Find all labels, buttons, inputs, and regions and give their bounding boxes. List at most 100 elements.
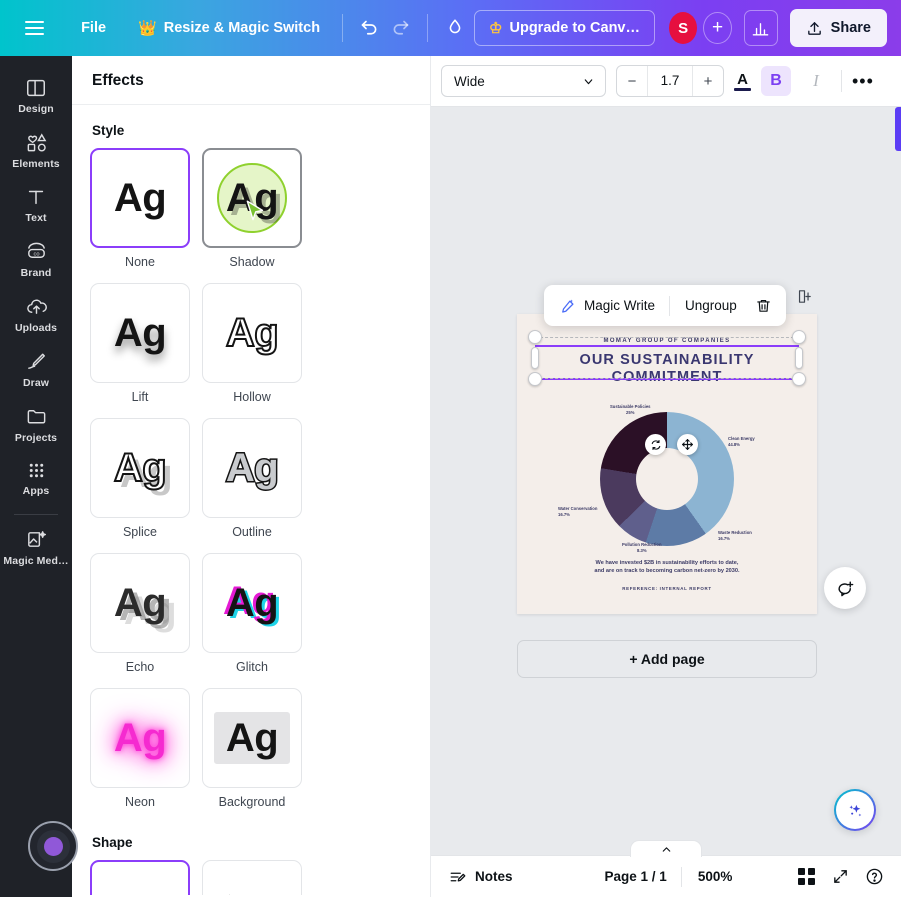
cloud-upload-icon xyxy=(26,299,47,314)
add-collaborator-button[interactable]: + xyxy=(703,12,732,44)
style-swatch[interactable]: Ag xyxy=(202,553,302,653)
shape-option-none[interactable]: ABCD None xyxy=(90,860,190,895)
add-comment-icon[interactable] xyxy=(824,567,866,609)
style-swatch[interactable]: Ag xyxy=(90,688,190,788)
selection-dash-bottom xyxy=(535,378,799,379)
more-options-button[interactable]: ••• xyxy=(852,71,874,92)
notes-button[interactable]: Notes xyxy=(449,868,513,886)
undo-icon[interactable] xyxy=(355,11,385,45)
style-swatch[interactable]: Ag xyxy=(202,688,302,788)
style-swatch[interactable]: Ag xyxy=(90,553,190,653)
magic-write-label: Magic Write xyxy=(584,298,656,313)
resize-handle-bottom-right[interactable] xyxy=(792,372,806,386)
sidebar-item-magic-media[interactable]: Magic Med… xyxy=(2,519,70,574)
sidebar-item-elements[interactable]: Elements xyxy=(2,122,70,177)
divider xyxy=(680,866,682,887)
sidebar-item-uploads[interactable]: Uploads xyxy=(2,286,70,341)
sidebar-item-apps[interactable]: Apps xyxy=(2,451,70,504)
sidebar-item-projects[interactable]: Projects xyxy=(2,396,70,451)
curved-text-sample: ABCD xyxy=(214,887,278,895)
sidebar-item-draw[interactable]: Draw xyxy=(2,341,70,396)
spacing-stepper: − 1.7 + xyxy=(616,65,724,97)
sidebar-item-label: Design xyxy=(18,103,54,115)
add-page-button[interactable]: + Add page xyxy=(517,640,817,678)
increase-button[interactable]: + xyxy=(693,66,723,96)
style-option-shadow[interactable]: Ag Shadow xyxy=(202,148,302,269)
style-swatch[interactable]: Ag xyxy=(202,283,302,383)
donut-chart[interactable]: Clean Energy 44.8% Waste Reduction 16.7% P… xyxy=(558,404,755,553)
style-option-hollow[interactable]: Ag Hollow xyxy=(202,283,302,404)
expand-icon[interactable] xyxy=(825,862,855,892)
move-icon[interactable] xyxy=(677,434,698,455)
panel-resize-handle[interactable] xyxy=(895,107,901,151)
avatar[interactable]: S xyxy=(669,12,698,44)
sidebar-item-design[interactable]: Design xyxy=(2,68,70,122)
donut-hole xyxy=(636,448,698,510)
help-circle-icon[interactable] xyxy=(859,862,889,892)
sidebar-item-brand[interactable]: co Brand xyxy=(2,231,70,286)
style-option-label: None xyxy=(125,255,155,269)
style-swatch[interactable]: Ag xyxy=(202,418,302,518)
font-color-button[interactable]: A xyxy=(734,72,751,91)
italic-button[interactable]: I xyxy=(801,66,831,96)
chart-label-name: Waste Reduction xyxy=(718,530,752,535)
spacing-value[interactable]: 1.7 xyxy=(647,66,693,96)
sidebar-item-text[interactable]: Text xyxy=(2,177,70,231)
style-option-splice[interactable]: Ag Splice xyxy=(90,418,190,539)
resize-handle-right[interactable] xyxy=(795,347,803,369)
style-option-label: Shadow xyxy=(229,255,275,269)
bold-label: B xyxy=(770,72,782,89)
style-option-outline[interactable]: Ag Outline xyxy=(202,418,302,539)
collapse-panel-button[interactable] xyxy=(630,840,702,857)
bold-button[interactable]: B xyxy=(761,66,791,96)
decrease-button[interactable]: − xyxy=(617,66,647,96)
divider xyxy=(342,14,343,42)
magic-write-button[interactable]: Magic Write xyxy=(554,293,660,319)
style-swatch[interactable]: Ag xyxy=(90,418,190,518)
style-option-echo[interactable]: Ag Echo xyxy=(90,553,190,674)
file-menu-button[interactable]: File xyxy=(71,13,116,43)
cloud-saved-icon[interactable] xyxy=(440,11,470,45)
resize-handle-top-left[interactable] xyxy=(528,330,542,344)
chart-label-name: Pollution Reduction xyxy=(622,542,662,547)
insights-icon[interactable] xyxy=(743,10,778,46)
style-option-grid: Ag None Ag Shadow Ag Lift Ag Hollow Ag S… xyxy=(90,148,412,809)
resize-handle-top-right[interactable] xyxy=(792,330,806,344)
resize-handle-left[interactable] xyxy=(531,347,539,369)
redo-icon[interactable] xyxy=(385,11,415,45)
resize-magic-switch-button[interactable]: 👑 Resize & Magic Switch xyxy=(128,13,330,43)
page-indicator[interactable]: Page 1 / 1 xyxy=(605,869,667,884)
hamburger-menu-icon[interactable] xyxy=(19,11,49,45)
crown-icon: 👑 xyxy=(138,19,157,37)
share-button[interactable]: Share xyxy=(789,9,887,47)
resize-handle-bottom-left[interactable] xyxy=(528,372,542,386)
chart-label-name: Sustainable Policies xyxy=(610,404,651,409)
left-rail: Design Elements Text co Brand Uploads Dr… xyxy=(0,56,78,897)
recording-indicator[interactable] xyxy=(28,821,78,871)
design-page[interactable]: MOMAY GROUP OF COMPANIES OUR SUSTAINABIL… xyxy=(517,314,817,614)
style-swatch[interactable]: Ag xyxy=(202,148,302,248)
grid-view-icon[interactable] xyxy=(791,862,821,892)
shape-swatch[interactable]: ABCD xyxy=(90,860,190,895)
style-swatch[interactable]: Ag xyxy=(90,148,190,248)
style-option-background[interactable]: Ag Background xyxy=(202,688,302,809)
sample-text: Ag xyxy=(113,311,167,355)
trash-icon[interactable] xyxy=(752,294,776,318)
zoom-level[interactable]: 500% xyxy=(698,869,733,884)
style-option-lift[interactable]: Ag Lift xyxy=(90,283,190,404)
style-option-label: Glitch xyxy=(236,660,268,674)
shape-option-curve[interactable]: ABCD Curve xyxy=(202,860,302,895)
spacing-preset-select[interactable]: Wide xyxy=(441,65,606,97)
folder-icon xyxy=(27,410,45,424)
upgrade-button[interactable]: ♔ Upgrade to Canv… xyxy=(474,10,655,46)
shape-swatch[interactable]: ABCD xyxy=(202,860,302,895)
style-option-neon[interactable]: Ag Neon xyxy=(90,688,190,809)
style-swatch[interactable]: Ag xyxy=(90,283,190,383)
share-label: Share xyxy=(830,20,871,36)
duplicate-page-icon[interactable] xyxy=(796,288,813,310)
style-option-none[interactable]: Ag None xyxy=(90,148,190,269)
ungroup-button[interactable]: Ungroup xyxy=(679,294,743,317)
rotate-icon[interactable] xyxy=(645,434,666,455)
style-option-glitch[interactable]: Ag Glitch xyxy=(202,553,302,674)
magic-sparkle-icon[interactable] xyxy=(834,789,876,831)
